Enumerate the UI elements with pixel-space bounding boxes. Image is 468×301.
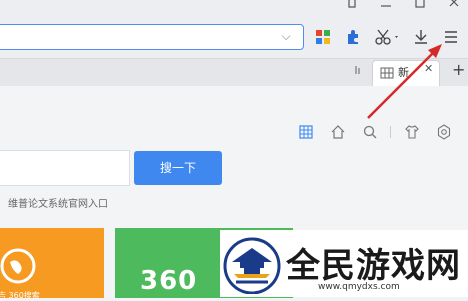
pagoda-logo-icon <box>223 237 281 295</box>
grid-icon <box>299 125 313 139</box>
minimize-button[interactable] <box>378 0 394 11</box>
search-input[interactable] <box>0 150 130 186</box>
menu-icon <box>445 31 457 43</box>
divider <box>390 126 391 138</box>
watermark-url: www.qmydxs.com <box>318 282 400 292</box>
pagoda-icon <box>222 236 282 298</box>
new-tab-button[interactable]: + <box>452 60 465 79</box>
screenshot-button[interactable] <box>374 28 402 46</box>
window-icon[interactable] <box>344 0 360 11</box>
tab-favicon <box>380 64 394 83</box>
grid-view-button[interactable] <box>298 124 314 140</box>
close-icon <box>449 0 459 7</box>
download-icon <box>415 30 427 44</box>
tile-logo-text: 360 <box>140 266 198 296</box>
maximize-icon <box>415 0 425 8</box>
skin-button[interactable] <box>404 124 420 140</box>
maximize-button[interactable] <box>412 0 428 11</box>
download-button[interactable] <box>412 28 432 46</box>
apps-button[interactable] <box>314 28 334 46</box>
tab-title: 新 <box>398 66 409 79</box>
home-button[interactable] <box>330 124 346 140</box>
shirt-icon <box>348 0 356 8</box>
watermark-title: 全民游戏网 <box>286 246 461 286</box>
grid-icon <box>380 67 394 79</box>
tab-list-icon <box>355 66 360 74</box>
tab-close-icon[interactable]: ✕ <box>424 62 433 75</box>
extension-icon <box>348 30 358 44</box>
address-bar[interactable] <box>0 24 304 50</box>
tile-label: 吉 360搜索 <box>0 291 40 300</box>
search-hint-link[interactable]: 维普论文系统官网入口 <box>8 195 108 210</box>
globe-icon <box>0 248 36 288</box>
title-bar <box>0 0 468 16</box>
apps-icon <box>316 30 330 44</box>
search-button-icon[interactable] <box>362 124 378 140</box>
extension-button[interactable] <box>344 28 364 46</box>
settings-button[interactable] <box>436 124 452 140</box>
tab-scroll-left-icon[interactable] <box>352 62 362 81</box>
minimize-icon <box>381 5 391 7</box>
search-submit-button[interactable]: 搜一下 <box>134 151 222 185</box>
close-button[interactable] <box>446 0 462 11</box>
chevron-down-icon[interactable]: ⌵ <box>278 26 294 46</box>
gear-icon <box>437 124 451 140</box>
scissors-icon <box>375 29 398 45</box>
globe-icon-svg <box>0 248 36 284</box>
search-icon <box>363 125 377 139</box>
menu-button[interactable] <box>442 28 462 46</box>
shirt-icon <box>405 125 419 139</box>
home-icon <box>331 125 345 139</box>
